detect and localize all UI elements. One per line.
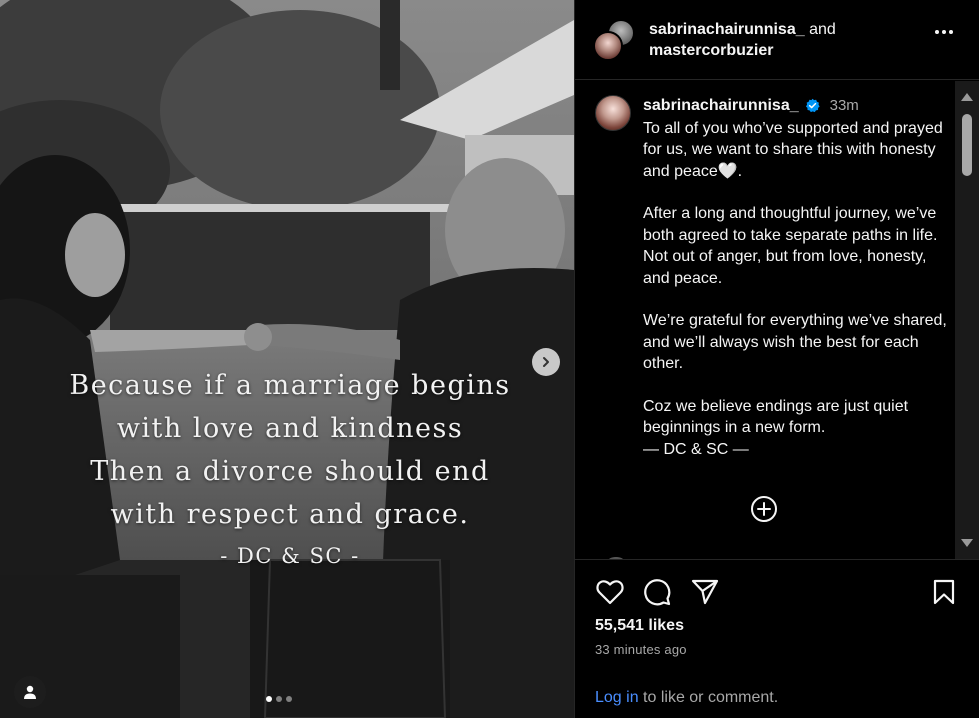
header-username-2[interactable]: mastercorbuzier bbox=[649, 42, 774, 59]
quote-line-3: Then a divorce should end bbox=[90, 456, 490, 487]
caption-avatar[interactable] bbox=[595, 95, 631, 131]
save-button[interactable] bbox=[929, 577, 959, 607]
quote-overlay: Because if a marriage begins with love a… bbox=[40, 364, 540, 574]
carousel-next-button[interactable] bbox=[532, 348, 560, 376]
caption-timestamp[interactable]: 33m bbox=[830, 95, 859, 117]
header-username-1[interactable]: sabrinachairunnisa_ bbox=[649, 21, 805, 38]
caption-username[interactable]: sabrinachairunnisa_ bbox=[643, 95, 799, 117]
scroll-up-arrow-icon[interactable] bbox=[961, 93, 973, 101]
quote-line-2: with love and kindness bbox=[116, 413, 464, 444]
post-photo[interactable]: Because if a marriage begins with love a… bbox=[0, 0, 574, 718]
user-tag-icon bbox=[24, 685, 36, 699]
header-connector: and bbox=[809, 20, 836, 38]
chevron-right-icon bbox=[543, 357, 549, 367]
send-icon bbox=[691, 579, 719, 605]
load-more-comments-button[interactable] bbox=[750, 495, 778, 523]
quote-line-1: Because if a marriage begins bbox=[69, 370, 511, 401]
comment-button[interactable] bbox=[642, 577, 672, 607]
verified-badge-icon bbox=[805, 99, 820, 113]
comment-icon bbox=[644, 579, 671, 606]
scrollbar-thumb[interactable] bbox=[962, 114, 972, 176]
caption-paragraph: We’re grateful for everything we’ve shar… bbox=[643, 312, 947, 372]
post-header: sabrinachairunnisa_ and mastercorbuzier bbox=[575, 0, 979, 80]
carousel-dot-active bbox=[266, 696, 272, 702]
tagged-users-button[interactable] bbox=[14, 676, 46, 708]
login-link[interactable]: Log in bbox=[595, 689, 639, 706]
login-prompt: Log in to like or comment. bbox=[595, 689, 778, 707]
photo-scene bbox=[0, 0, 574, 718]
action-icons bbox=[595, 577, 961, 607]
collab-usernames: sabrinachairunnisa_ and mastercorbuzier bbox=[649, 19, 836, 61]
quote-line-4: with respect and grace. bbox=[110, 499, 470, 530]
caption-paragraph: Coz we believe endings are just quiet be… bbox=[643, 397, 909, 458]
quote-signature: - DC & SC - bbox=[220, 544, 360, 568]
carousel-dot bbox=[276, 696, 282, 702]
caption-paragraph: To all of you who’ve supported and praye… bbox=[643, 119, 943, 180]
share-button[interactable] bbox=[690, 577, 720, 607]
caption-scrollbar[interactable] bbox=[955, 81, 979, 559]
carousel-indicator bbox=[266, 696, 292, 702]
caption-paragraph: After a long and thoughtful journey, we’… bbox=[643, 205, 938, 287]
login-prompt-text: to like or comment. bbox=[638, 689, 779, 706]
caption-body: sabrinachairunnisa_ 33m To all of you wh… bbox=[643, 95, 955, 460]
carousel-dot bbox=[286, 696, 292, 702]
like-button[interactable] bbox=[595, 577, 625, 607]
more-options-icon[interactable] bbox=[935, 30, 953, 34]
caption: sabrinachairunnisa_ 33m To all of you wh… bbox=[595, 95, 955, 460]
bookmark-icon bbox=[933, 579, 955, 605]
avatar-sabrinachairunnisa[interactable] bbox=[593, 30, 623, 61]
likes-count[interactable]: 55,541 likes bbox=[595, 617, 684, 635]
heart-icon bbox=[596, 580, 624, 605]
post-time-ago[interactable]: 33 minutes ago bbox=[595, 642, 687, 657]
plus-circle-icon bbox=[751, 496, 777, 522]
caption-scroll-area[interactable]: sabrinachairunnisa_ 33m To all of you wh… bbox=[575, 81, 979, 559]
scroll-down-arrow-icon[interactable] bbox=[961, 539, 973, 547]
post-details-panel: sabrinachairunnisa_ and mastercorbuzier … bbox=[574, 0, 979, 718]
collab-avatars[interactable] bbox=[593, 18, 635, 61]
post-actions: 55,541 likes 33 minutes ago Log in to li… bbox=[575, 559, 979, 718]
